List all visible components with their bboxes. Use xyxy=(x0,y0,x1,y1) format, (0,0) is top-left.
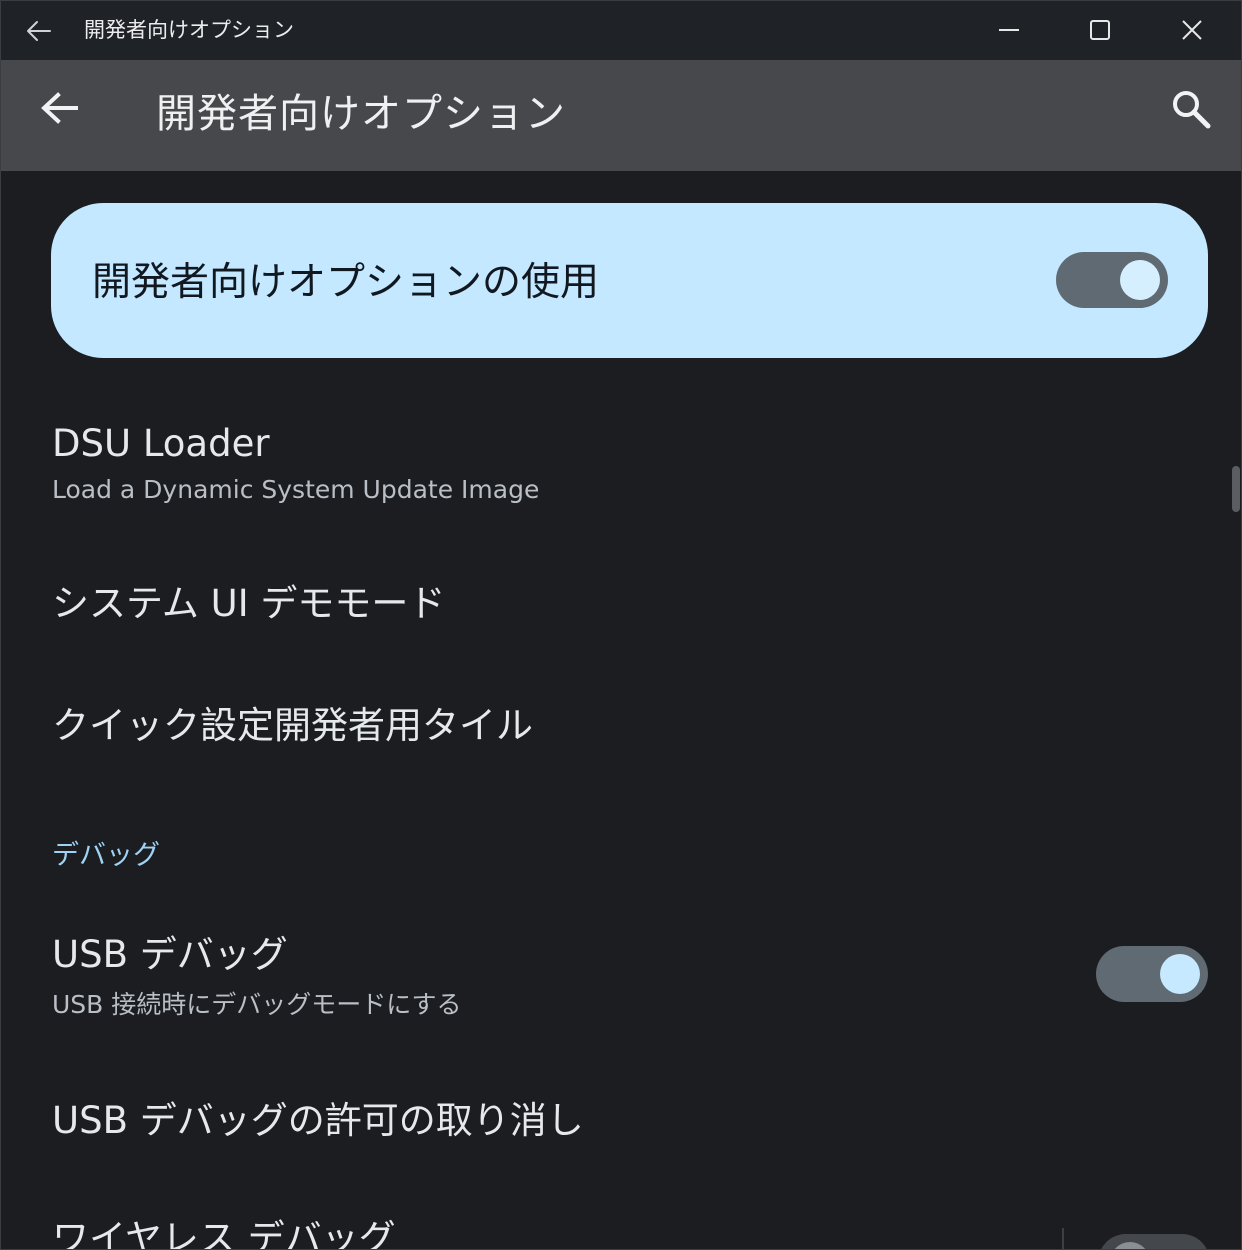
page-title: 開発者向けオプション xyxy=(156,91,566,137)
usb-debugging-toggle[interactable] xyxy=(1096,946,1208,1002)
titlebar-back-button[interactable] xyxy=(24,16,54,46)
scrollbar-thumb[interactable] xyxy=(1232,466,1240,512)
arrow-left-icon xyxy=(27,21,51,41)
section-header-debug: デバッグ xyxy=(52,840,160,871)
minimize-icon xyxy=(999,29,1019,31)
window-title: 開発者向けオプション xyxy=(84,18,294,42)
developer-options-master-switch[interactable]: 開発者向けオプションの使用 xyxy=(51,203,1208,358)
list-item-title: システム UI デモモード xyxy=(52,582,446,625)
toggle-thumb xyxy=(1160,954,1200,994)
list-item-title: クイック設定開発者用タイル xyxy=(52,704,533,747)
minimize-button[interactable] xyxy=(963,0,1055,60)
close-button[interactable] xyxy=(1146,0,1238,60)
search-icon xyxy=(1173,91,1211,129)
list-item-subtitle: Load a Dynamic System Update Image xyxy=(52,475,540,504)
maximize-button[interactable] xyxy=(1054,0,1146,60)
wireless-debugging-toggle[interactable] xyxy=(1098,1234,1210,1250)
close-icon xyxy=(1182,20,1202,40)
list-item-title: USB デバッグ xyxy=(52,933,288,976)
toggle-thumb xyxy=(1110,1242,1150,1250)
master-toggle[interactable] xyxy=(1056,252,1168,308)
navigate-up-button[interactable] xyxy=(38,88,82,132)
list-item-subtitle: USB 接続時にデバッグモードにする xyxy=(52,990,462,1019)
toggle-thumb xyxy=(1120,260,1160,300)
arrow-left-icon xyxy=(41,92,78,124)
window-titlebar: 開発者向けオプション xyxy=(0,0,1242,60)
app-window: 開発者向けオプション 開発者向けオプション 開発者向けオプションの使用 DSU … xyxy=(0,0,1242,1250)
list-item-title: USB デバッグの許可の取り消し xyxy=(52,1099,584,1142)
master-switch-label: 開発者向けオプションの使用 xyxy=(92,260,600,305)
list-item-title: ワイヤレス デバッグ xyxy=(52,1217,396,1250)
maximize-icon xyxy=(1090,20,1110,40)
list-item-title: DSU Loader xyxy=(52,422,270,465)
search-button[interactable] xyxy=(1168,86,1214,132)
app-bar: 開発者向けオプション xyxy=(0,60,1242,171)
divider xyxy=(1062,1228,1064,1250)
